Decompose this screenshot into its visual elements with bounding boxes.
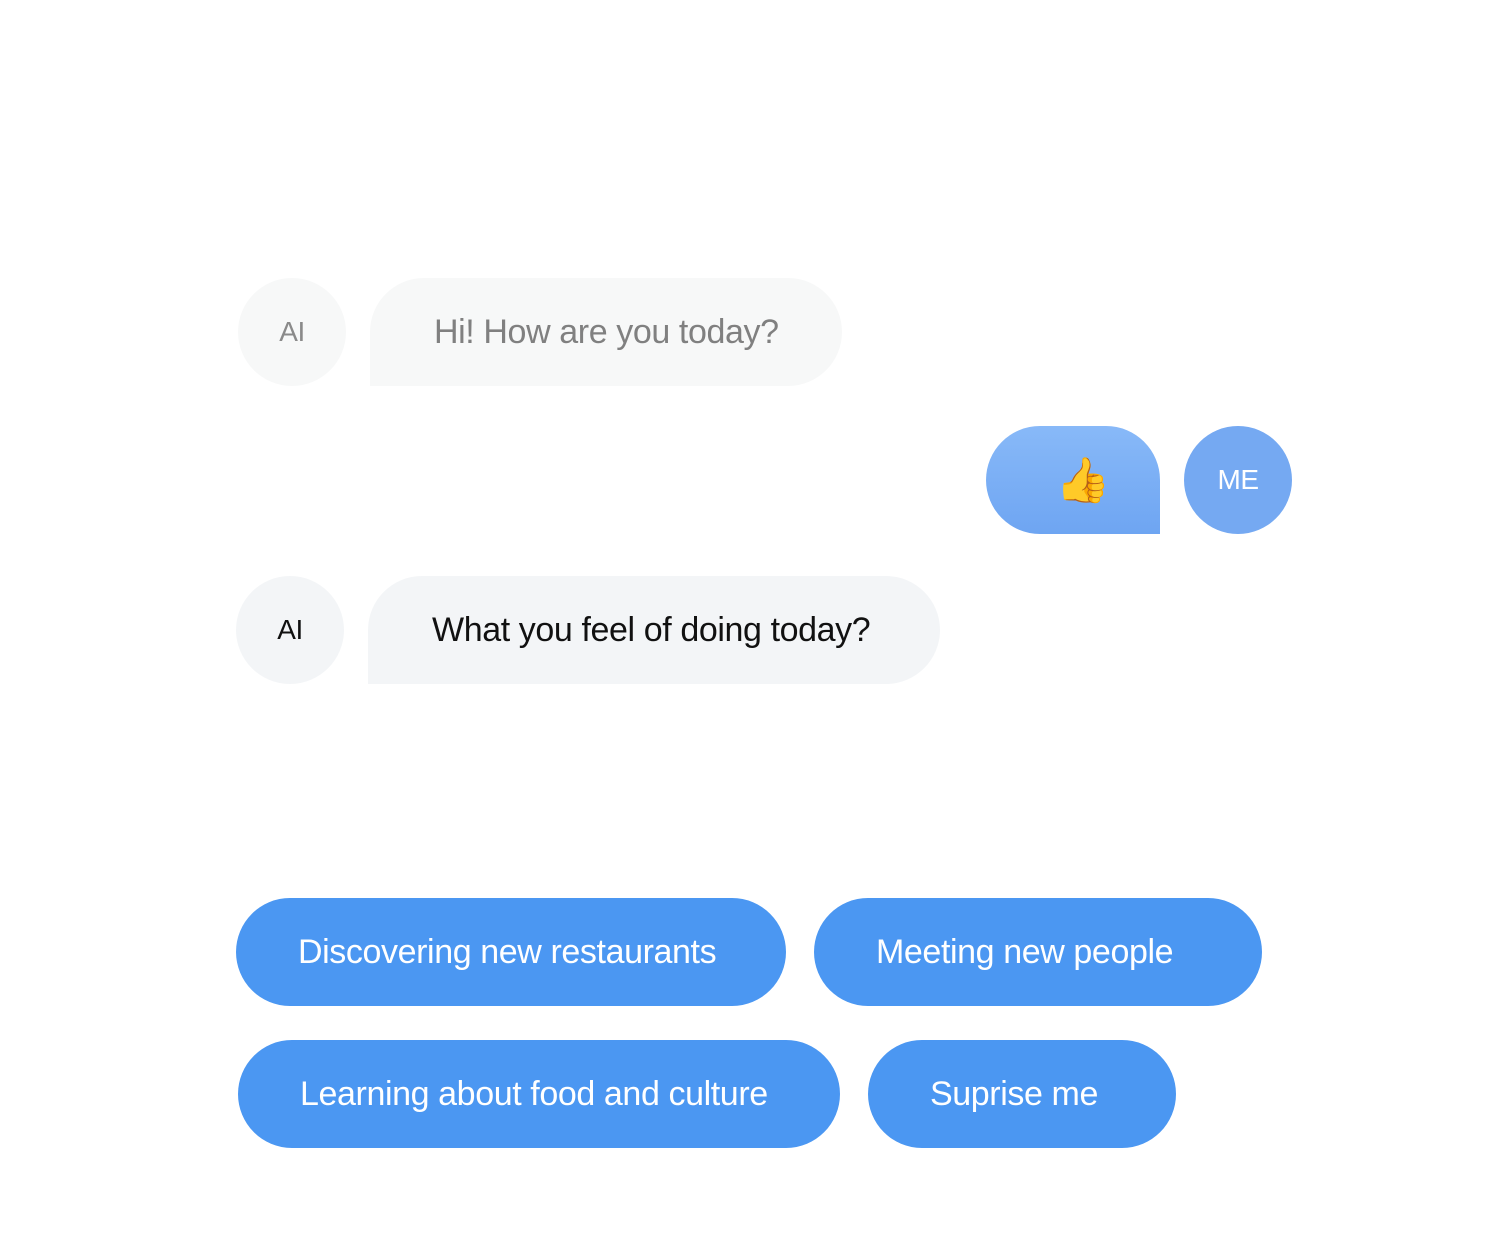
avatar-label: ME <box>1217 464 1260 495</box>
quick-reply-discovering-restaurants[interactable]: Discovering new restaurants <box>236 898 786 1006</box>
avatar-label: AI <box>279 316 305 347</box>
message-text: What you feel of doing today? <box>432 610 871 649</box>
quick-reply-food-culture[interactable]: Learning about food and culture <box>238 1040 840 1148</box>
quick-reply-surprise-me[interactable]: Suprise me <box>868 1040 1176 1148</box>
thumbs-up-icon: 👍 <box>1055 456 1111 505</box>
quick-reply-label: Meeting new people <box>876 932 1174 971</box>
quick-reply-label: Discovering new restaurants <box>298 932 717 971</box>
avatar-label: AI <box>277 614 303 645</box>
user-avatar: ME <box>1184 426 1292 534</box>
message-text: Hi! How are you today? <box>434 312 779 351</box>
ai-avatar: AI <box>236 576 344 684</box>
chat-screen: AI Hi! How are you today? 👍 ME AI What y… <box>0 0 1500 1260</box>
user-message-bubble: 👍 <box>986 426 1160 534</box>
quick-reply-label: Learning about food and culture <box>300 1074 768 1113</box>
ai-message-bubble: Hi! How are you today? <box>370 278 842 386</box>
ai-avatar: AI <box>238 278 346 386</box>
ai-message-bubble: What you feel of doing today? <box>368 576 940 684</box>
quick-reply-label: Suprise me <box>930 1074 1098 1113</box>
quick-reply-meeting-people[interactable]: Meeting new people <box>814 898 1262 1006</box>
